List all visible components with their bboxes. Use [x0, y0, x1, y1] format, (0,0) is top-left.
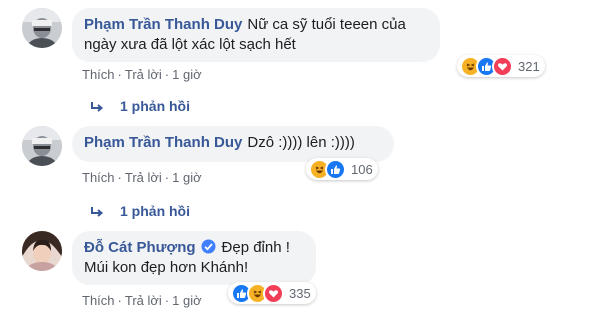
comment-author[interactable]: Phạm Trần Thanh Duy	[84, 134, 242, 151]
love-reaction-icon	[492, 55, 513, 77]
comment-bubble: Phạm Trần Thanh Duy Nữ ca sỹ tuổi teeen c…	[72, 8, 440, 62]
reply-arrow-icon	[90, 100, 104, 116]
replies-count-label[interactable]: 1 phản hồi	[120, 203, 190, 219]
timestamp[interactable]: 1 giờ	[172, 67, 202, 82]
comment-author[interactable]: Phạm Trần Thanh Duy	[84, 16, 242, 33]
reaction-count: 335	[289, 285, 311, 301]
like-link[interactable]: Thích	[82, 293, 115, 308]
verified-badge-icon	[201, 239, 216, 254]
reply-link[interactable]: Trả lời	[125, 170, 162, 185]
reaction-summary[interactable]: 321	[457, 55, 545, 77]
reaction-summary[interactable]: 106	[306, 158, 378, 180]
comment-author[interactable]: Đỗ Cát Phượng	[84, 239, 196, 256]
avatar[interactable]	[22, 8, 62, 48]
love-reaction-icon	[263, 282, 284, 304]
comment-actions: Thích · Trả lời · 1 giờ	[82, 170, 202, 185]
reply-arrow-icon	[90, 205, 104, 221]
like-link[interactable]: Thích	[82, 170, 115, 185]
reaction-count: 106	[351, 161, 373, 177]
comment-actions: Thích · Trả lời · 1 giờ	[82, 293, 202, 308]
reply-link[interactable]: Trả lời	[125, 293, 162, 308]
view-replies-link[interactable]: 1 phản hồi	[90, 203, 190, 221]
reaction-count: 321	[518, 58, 540, 74]
comment-bubble: Đỗ Cát Phượng Đẹp đỉnh ! Múi kon đẹp hơn …	[72, 231, 316, 285]
comment-bubble: Phạm Trần Thanh Duy Dzô :)))) lên :))))	[72, 126, 394, 162]
reaction-summary[interactable]: 335	[228, 282, 316, 304]
like-link[interactable]: Thích	[82, 67, 115, 82]
avatar[interactable]	[22, 126, 62, 166]
reply-link[interactable]: Trả lời	[125, 67, 162, 82]
timestamp[interactable]: 1 giờ	[172, 293, 202, 308]
view-replies-link[interactable]: 1 phản hồi	[90, 98, 190, 116]
avatar[interactable]	[22, 231, 62, 271]
like-reaction-icon	[325, 158, 346, 180]
replies-count-label[interactable]: 1 phản hồi	[120, 98, 190, 114]
timestamp[interactable]: 1 giờ	[172, 170, 202, 185]
comment-text: Dzô :)))) lên :))))	[247, 134, 355, 151]
comment-actions: Thích · Trả lời · 1 giờ	[82, 67, 202, 82]
